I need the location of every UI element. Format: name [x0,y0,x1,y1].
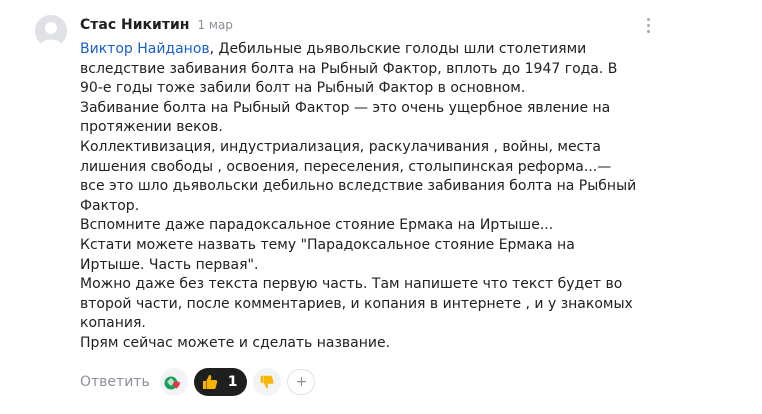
thumbs-down-icon [261,375,274,389]
comment-date[interactable]: 1 мар [197,18,232,32]
dislike-reaction-button[interactable] [253,368,282,396]
comment-paragraph-5: Кстати можете назвать тему "Парадоксальн… [80,236,575,273]
comment-paragraph-7: Прям сейчас можете и сделать название. [80,334,391,351]
reactions-summary[interactable] [159,368,188,396]
comment-paragraph-4: Вспомните даже парадоксальное стояние Ер… [80,217,554,234]
reply-button[interactable]: Ответить [80,374,150,390]
comment-actions: Ответить 1 + [80,367,321,397]
reaction-stack-icon [164,376,180,390]
author-name[interactable]: Стас Никитин [80,17,189,33]
add-reaction-button[interactable]: + [287,369,316,395]
comment-paragraph-1: Виктор Найданов, Дебильные дьявольские г… [80,40,640,99]
comment-body: Виктор Найданов, Дебильные дьявольские г… [80,40,640,354]
mention-link[interactable]: Виктор Найданов [80,41,210,57]
thumbs-up-icon [202,374,217,389]
plus-icon: + [295,374,308,390]
comment-paragraph-2: Забивание болта на Рыбный Фактор — это о… [80,99,611,136]
comment-header: Стас Никитин 1 мар [80,15,233,35]
like-reaction-button[interactable]: 1 [193,368,248,396]
comment: Стас Никитин 1 мар Виктор Найданов, Деби… [0,0,762,414]
more-vertical-icon[interactable] [638,14,658,36]
like-count: 1 [227,374,238,390]
comment-paragraph-3: Коллективизация, индустриализация, раску… [80,138,637,214]
comment-paragraph-6: Можно даже без текста первую часть. Там … [80,276,633,332]
avatar[interactable] [35,15,67,47]
user-placeholder-icon [35,15,67,47]
